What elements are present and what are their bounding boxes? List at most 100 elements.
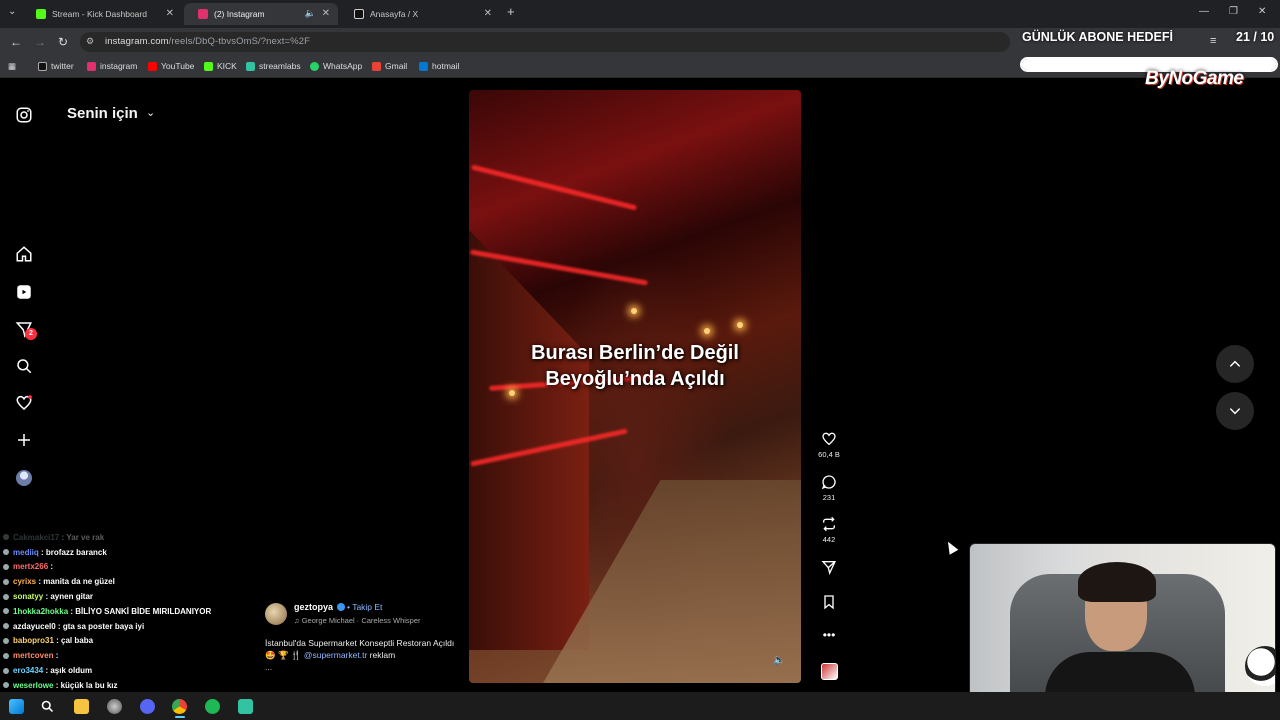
volume-icon[interactable]: 🔈 (773, 655, 785, 666)
apps-grid-icon[interactable]: ▦ (8, 61, 16, 72)
bookmark-hotmail[interactable]: hotmail (419, 61, 459, 71)
chat-message: 1hokka2hokka : BİLİYO SANKİ BİDE MIRILDA… (3, 604, 243, 619)
bookmark-twitter[interactable]: twitter (38, 61, 74, 71)
chat-username: weserlowe (13, 680, 54, 690)
app-icon[interactable] (107, 699, 122, 714)
chat-badge-icon (3, 652, 9, 659)
next-reel-button[interactable] (1216, 392, 1254, 430)
chrome-icon[interactable] (172, 699, 187, 714)
lamp-glow (704, 328, 710, 334)
speaker-icon[interactable]: 🔈 (305, 8, 316, 19)
tab-x-home[interactable]: Anasayfa / X ✕ (340, 3, 500, 25)
bookmark-streamlabs[interactable]: streamlabs (246, 61, 301, 71)
bookmark-whatsapp[interactable]: WhatsApp (310, 61, 362, 71)
bookmark-youtube[interactable]: YouTube (148, 61, 194, 71)
window-close-icon[interactable]: ✕ (1258, 6, 1266, 17)
streamlabs-icon[interactable] (238, 699, 253, 714)
youtube-icon (148, 61, 157, 71)
chat-badge-icon (3, 667, 9, 674)
chat-badge-icon (3, 578, 9, 585)
bookmark-label: twitter (51, 61, 74, 71)
chat-message: weserlowe : küçük la bu kız (3, 678, 243, 693)
previous-reel-button[interactable] (1216, 345, 1254, 383)
feed-title[interactable]: Senin için (67, 105, 138, 122)
close-icon[interactable]: ✕ (322, 8, 330, 19)
heart-icon (822, 432, 836, 446)
chat-username: mertcoven (13, 651, 54, 661)
bookmark-label: Gmail (385, 61, 408, 71)
bookmark-instagram[interactable]: instagram (87, 61, 137, 71)
create-plus-icon[interactable] (15, 431, 33, 449)
save-button[interactable] (815, 594, 843, 610)
reload-icon[interactable]: ↻ (58, 35, 68, 49)
chat-username: mertx266 (13, 562, 49, 572)
outlook-icon (419, 61, 428, 71)
chat-username: azdayucel0 (13, 621, 56, 631)
reel-caption: Burası Berlin’de Değil Beyoğlu’nda Açıld… (469, 340, 801, 392)
restore-icon[interactable]: ❐ (1229, 6, 1238, 17)
chat-badge-icon (3, 682, 9, 689)
spotify-icon[interactable] (205, 699, 220, 714)
kick-icon (204, 61, 213, 71)
more-options-icon[interactable]: ••• (815, 628, 843, 642)
comment-button[interactable]: 231 (815, 474, 843, 502)
chat-separator: : (38, 547, 46, 557)
audio-track[interactable]: ♫ George Michael · Careless Whisper (294, 616, 421, 625)
new-tab-button[interactable]: + (507, 4, 515, 19)
chat-separator: : (53, 680, 61, 690)
bookmark-label: WhatsApp (323, 61, 363, 71)
menu-icon[interactable]: ≡ (1210, 35, 1216, 47)
mention-link[interactable]: @supermarket.tr (304, 650, 367, 660)
chat-text: manita da ne güzel (43, 577, 115, 587)
home-icon[interactable] (15, 245, 33, 263)
bookmark-kick[interactable]: KICK (204, 61, 237, 71)
repost-button[interactable]: 442 (815, 516, 843, 544)
back-icon[interactable]: ← (10, 35, 22, 49)
minimize-icon[interactable]: — (1199, 6, 1209, 17)
author-name[interactable]: geztopya (294, 602, 333, 612)
tab-kick-dashboard[interactable]: Stream - Kick Dashboard ✕ (22, 3, 182, 25)
url-text[interactable]: instagram.com/reels/DbQ-tbvsOmS/?next=%2… (105, 36, 310, 47)
whatsapp-icon (310, 61, 319, 71)
like-button[interactable]: 60,4 B (815, 431, 843, 459)
chat-message: sonatyy : aynen gitar (3, 589, 243, 604)
close-icon[interactable]: ✕ (484, 8, 492, 19)
reels-icon[interactable] (15, 283, 33, 301)
author-avatar[interactable] (265, 603, 287, 625)
reel-video[interactable]: Burası Berlin’de Değil Beyoğlu’nda Açıld… (469, 90, 801, 683)
heart-icon[interactable] (15, 394, 33, 412)
site-info-icon[interactable]: ⚙ (86, 36, 94, 47)
bookmark-label: YouTube (161, 61, 195, 71)
neon-stripe (470, 164, 638, 211)
send-icon (821, 561, 837, 575)
tab-title: Anasayfa / X (370, 9, 419, 19)
webcam-feed (969, 543, 1276, 716)
instagram-favicon-icon (198, 9, 208, 19)
chat-text: gta sa poster baya iyi (62, 621, 145, 631)
share-button[interactable] (815, 559, 843, 575)
search-icon[interactable] (40, 699, 55, 714)
bookmark-label: hotmail (432, 61, 460, 71)
discord-icon[interactable] (140, 699, 155, 714)
close-icon[interactable]: ✕ (166, 8, 174, 19)
tab-search-icon[interactable]: ⌄ (8, 6, 16, 17)
tab-instagram[interactable]: (2) Instagram 🔈 ✕ (184, 3, 338, 25)
chat-text: BİLİYO SANKİ BİDE MIRILDANIYOR (75, 606, 212, 616)
instagram-logo-icon[interactable] (15, 106, 33, 124)
reel-description: İstanbul'da Supermarket Konseptli Restor… (265, 637, 465, 661)
lamp-glow (631, 308, 637, 314)
file-explorer-icon[interactable] (74, 699, 89, 714)
audio-thumbnail[interactable] (821, 663, 838, 680)
more-link[interactable]: ... (265, 662, 272, 672)
follow-button[interactable]: • Takip Et (347, 602, 382, 612)
caption-line: Beyoğlu’nda Açıldı (545, 368, 725, 390)
chat-username: babopro31 (13, 636, 54, 646)
chevron-down-icon[interactable]: ⌄ (146, 106, 155, 119)
tab-title: Stream - Kick Dashboard (52, 9, 147, 19)
instagram-icon (87, 61, 96, 71)
bookmark-gmail[interactable]: Gmail (372, 61, 407, 71)
forward-icon[interactable]: → (34, 35, 46, 49)
windows-start-icon[interactable] (9, 699, 24, 714)
search-icon[interactable] (15, 357, 33, 375)
profile-avatar[interactable] (16, 470, 32, 486)
